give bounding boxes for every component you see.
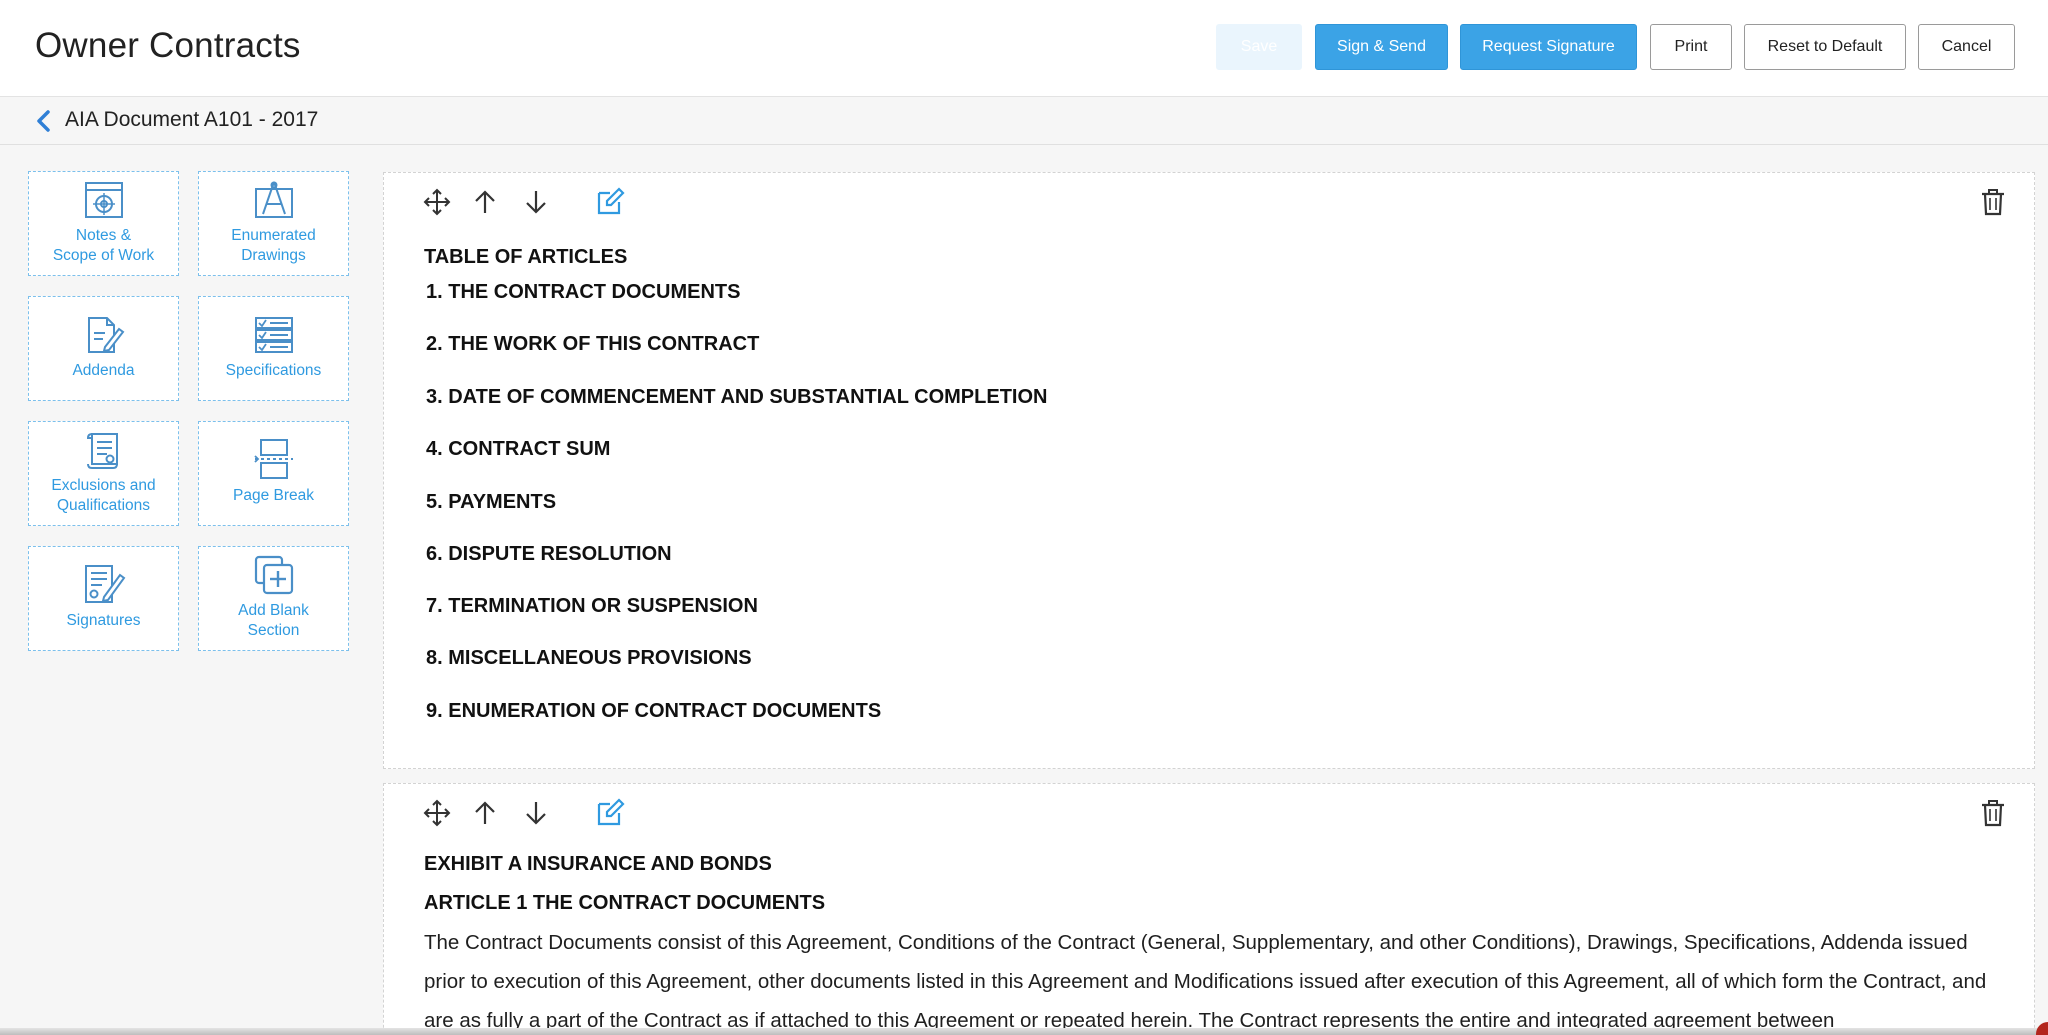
toc-item: 4. CONTRACT SUM [426, 438, 611, 460]
document-edit-icon [87, 317, 124, 353]
window-bottom-edge [0, 1028, 2048, 1035]
tile-label-line1: Addenda [72, 362, 135, 379]
tile-label-line2: Scope of Work [52, 247, 155, 264]
toc-item: 3. DATE OF COMMENCEMENT AND SUBSTANTIAL … [426, 386, 1048, 408]
tile-label-line1: Specifications [225, 362, 322, 379]
arrow-down-icon[interactable] [521, 187, 551, 217]
toc-item: 1. THE CONTRACT DOCUMENTS [426, 281, 741, 303]
tile-label-line1: Page Break [233, 487, 314, 504]
tile-label-line1: Notes & [75, 227, 132, 244]
tile-enumerated-drawings[interactable]: Enumerated Drawings [198, 171, 349, 276]
article-body-text: The Contract Documents consist of this A… [424, 931, 1987, 1032]
add-section-icon [254, 555, 293, 595]
reset-default-button[interactable]: Reset to Default [1744, 24, 1906, 70]
tile-specifications[interactable]: Specifications [198, 296, 349, 401]
document-title: AIA Document A101 - 2017 [65, 108, 319, 131]
tile-notes-scope[interactable]: Notes & Scope of Work [28, 171, 179, 276]
toc-item: 6. DISPUTE RESOLUTION [426, 543, 672, 565]
page-header: Owner Contracts Save Sign & Send Request… [0, 0, 2048, 97]
toc-item: 5. PAYMENTS [426, 491, 557, 513]
move-icon[interactable] [422, 187, 452, 217]
article-heading: ARTICLE 1 THE CONTRACT DOCUMENTS [424, 892, 826, 914]
tile-addenda[interactable]: Addenda [28, 296, 179, 401]
tile-label-line1: Signatures [66, 612, 141, 629]
request-signature-button[interactable]: Request Signature [1460, 24, 1637, 70]
tile-label-line2: Drawings [241, 247, 306, 264]
checklist-icon [254, 317, 293, 353]
document-section-toc[interactable]: TABLE OF ARTICLES 1. THE CONTRACT DOCUME… [383, 172, 2035, 769]
move-icon[interactable] [422, 798, 452, 828]
section-heading: EXHIBIT A INSURANCE AND BONDS [424, 853, 772, 875]
chevron-left-icon[interactable] [34, 109, 54, 133]
trash-icon[interactable] [1978, 798, 2008, 828]
toc-item: 2. THE WORK OF THIS CONTRACT [426, 333, 760, 355]
trash-icon[interactable] [1978, 187, 2008, 217]
arrow-up-icon[interactable] [470, 187, 500, 217]
tile-page-break[interactable]: Page Break [198, 421, 349, 526]
edit-icon[interactable] [595, 186, 625, 216]
toc-item: 9. ENUMERATION OF CONTRACT DOCUMENTS [426, 700, 882, 722]
tile-label-line2: Qualifications [56, 497, 151, 514]
tile-add-blank-section[interactable]: Add Blank Section [198, 546, 349, 651]
arrow-up-icon[interactable] [470, 798, 500, 828]
sign-send-button[interactable]: Sign & Send [1315, 24, 1448, 70]
edit-icon[interactable] [595, 797, 625, 827]
tile-label-line2: Section [247, 622, 300, 639]
tile-label-line1: Enumerated [231, 227, 316, 244]
toc-item: 8. MISCELLANEOUS PROVISIONS [426, 647, 752, 669]
document-editor: TABLE OF ARTICLES 1. THE CONTRACT DOCUME… [370, 145, 2048, 1035]
compass-drawing-icon [254, 181, 293, 218]
breadcrumb: AIA Document A101 - 2017 [0, 97, 2048, 145]
page-title: Owner Contracts [35, 26, 301, 65]
section-palette: Notes & Scope of Work Enumerated Drawing… [0, 145, 370, 1035]
section-heading: TABLE OF ARTICLES [424, 246, 628, 268]
signature-document-icon [84, 565, 125, 603]
target-blueprint-icon [84, 182, 123, 218]
page-break-icon [253, 439, 293, 479]
tile-label-line1: Exclusions and [51, 477, 156, 494]
save-button[interactable]: Save [1216, 24, 1302, 70]
cancel-button[interactable]: Cancel [1918, 24, 2015, 70]
print-button[interactable]: Print [1650, 24, 1732, 70]
scroll-certificate-icon [86, 433, 118, 469]
arrow-down-icon[interactable] [521, 798, 551, 828]
toc-item: 7. TERMINATION OR SUSPENSION [426, 595, 758, 617]
tile-signatures[interactable]: Signatures [28, 546, 179, 651]
tile-label-line1: Add Blank [238, 602, 309, 619]
document-section-exhibit[interactable]: EXHIBIT A INSURANCE AND BONDS ARTICLE 1 … [383, 783, 2035, 1035]
tile-exclusions-qualifications[interactable]: Exclusions and Qualifications [28, 421, 179, 526]
